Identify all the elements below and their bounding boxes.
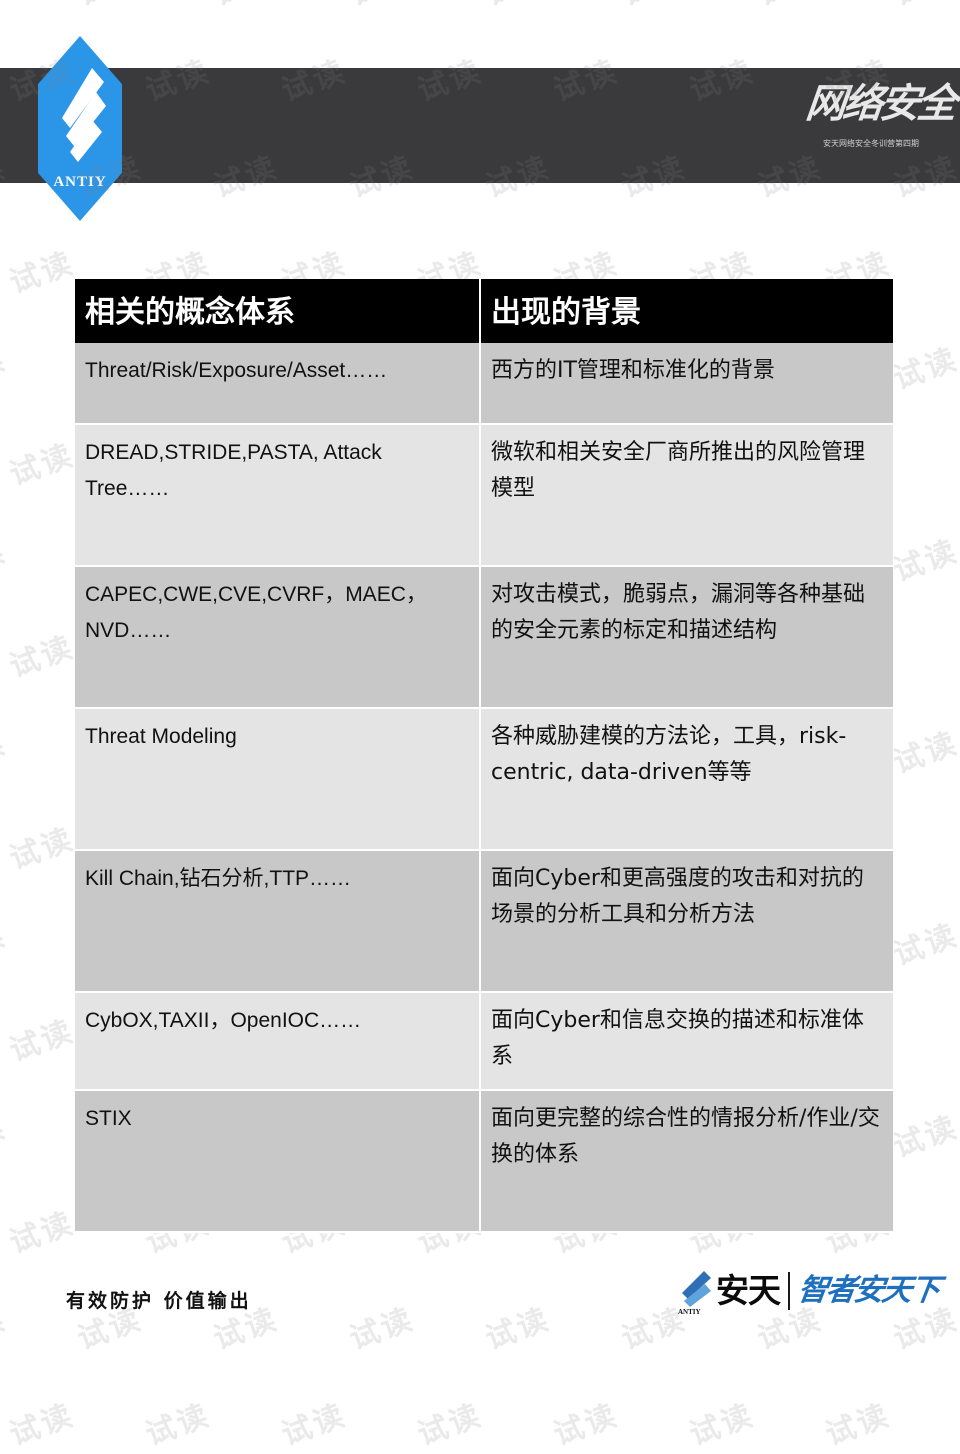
cell-background: 西方的IT管理和标准化的背景	[480, 343, 893, 425]
cell-background: 对攻击模式，脆弱点，漏洞等各种基础的安全元素的标定和描述结构	[480, 566, 893, 709]
watermark-text: 试读	[957, 437, 960, 494]
watermark-text: 试读	[0, 725, 12, 782]
cell-background: 面向Cyber和更高强度的攻击和对抗的场景的分析工具和分析方法	[480, 850, 893, 993]
watermark-text: 试读	[5, 629, 80, 686]
cell-background: 面向更完整的综合性的情报分析/作业/交换的体系	[480, 1090, 893, 1233]
watermark-text: 试读	[957, 629, 960, 686]
watermark-text: 试读	[5, 1205, 80, 1262]
badge-brand-text: ANTIY	[53, 174, 107, 190]
watermark-text: 试读	[614, 0, 691, 14]
calligraphy-title: 网络安全	[803, 81, 957, 126]
watermark-text: 试读	[957, 1013, 960, 1070]
cell-concept: Threat/Risk/Exposure/Asset……	[75, 343, 481, 425]
footer-logo-name: 安天	[716, 1271, 781, 1310]
watermark-text: 试读	[70, 0, 147, 14]
watermark-text: 试读	[0, 533, 12, 590]
watermark-text: 试读	[889, 917, 960, 974]
cell-concept: DREAD,STRIDE,PASTA, Attack Tree……	[75, 424, 481, 567]
antiy-feather-icon-small	[682, 1271, 711, 1307]
watermark-text: 试读	[886, 0, 960, 14]
column-header-background: 出现的背景	[480, 279, 893, 343]
watermark-text: 试读	[889, 1109, 960, 1166]
table-header-row: 相关的概念体系 出现的背景	[75, 279, 893, 343]
watermark-text: 试读	[957, 821, 960, 878]
watermark-text: 试读	[957, 245, 960, 302]
watermark-text: 试读	[0, 1109, 12, 1166]
watermark-text: 试读	[5, 1013, 80, 1070]
watermark-text: 试读	[342, 0, 419, 14]
watermark-text: 试读	[549, 1397, 624, 1454]
header-calligraphy-logo: 网络安全 安天网络安全冬训营第四期	[804, 72, 957, 177]
watermark-text: 试读	[685, 1397, 760, 1454]
calligraphy-subtitle: 安天网络安全冬训营第四期	[823, 139, 919, 148]
watermark-text: 试读	[0, 917, 12, 974]
watermark-text: 试读	[889, 533, 960, 590]
watermark-text: 试读	[957, 1397, 960, 1454]
cell-background: 各种威胁建模的方法论，工具，risk-centric, data-driven等…	[480, 708, 893, 851]
table-row: CAPEC,CWE,CVE,CVRF，MAEC，NVD…… 对攻击模式，脆弱点，漏…	[75, 566, 893, 709]
antiy-feather-icon	[62, 68, 106, 162]
footer-slogan: 有效防护 价值输出	[66, 1290, 252, 1312]
antiy-brand-badge: ANTIY	[38, 36, 122, 221]
table-body: Threat/Risk/Exposure/Asset…… 西方的IT管理和标准化的…	[75, 343, 893, 1233]
watermark-text: 试读	[5, 245, 80, 302]
footer-logo-small-text: ANTIY	[678, 1308, 701, 1316]
watermark-text: 试读	[141, 1397, 216, 1454]
watermark-text: 试读	[0, 341, 12, 398]
watermark-text: 试读	[206, 0, 283, 14]
cell-concept: STIX	[75, 1090, 481, 1233]
concept-system-table: 相关的概念体系 出现的背景 Threat/Risk/Exposure/Asset…	[75, 279, 893, 1233]
table-row: Threat Modeling 各种威胁建模的方法论，工具，risk-centri…	[75, 708, 893, 851]
watermark-text: 试读	[957, 1205, 960, 1262]
watermark-text: 试读	[481, 1301, 556, 1358]
watermark-text: 试读	[5, 437, 80, 494]
watermark-text: 试读	[5, 821, 80, 878]
cell-concept: CAPEC,CWE,CVE,CVRF，MAEC，NVD……	[75, 566, 481, 709]
column-header-concept: 相关的概念体系	[75, 279, 481, 343]
watermark-text: 试读	[345, 1301, 420, 1358]
table-row: Kill Chain,钻石分析,TTP…… 面向Cyber和更高强度的攻击和对抗的…	[75, 850, 893, 993]
table-row: STIX 面向更完整的综合性的情报分析/作业/交换的体系	[75, 1090, 893, 1233]
footer-logo-mark: ANTIY	[678, 1269, 712, 1316]
watermark-text: 试读	[750, 0, 827, 14]
cell-concept: Threat Modeling	[75, 708, 481, 851]
cell-concept: Kill Chain,钻石分析,TTP……	[75, 850, 481, 993]
watermark-text: 试读	[0, 1301, 12, 1358]
cell-background: 面向Cyber和信息交换的描述和标准体系	[480, 992, 893, 1091]
table-row: DREAD,STRIDE,PASTA, Attack Tree…… 微软和相关安全…	[75, 424, 893, 567]
footer-antiy-logo: ANTIY 安天 智者安天下	[678, 1262, 941, 1320]
watermark-text: 试读	[478, 0, 555, 14]
watermark-text: 试读	[0, 0, 12, 14]
footer-logo-divider	[788, 1272, 790, 1310]
footer-logo-tagline: 智者安天下	[795, 1274, 941, 1307]
watermark-text: 试读	[277, 1397, 352, 1454]
watermark-text: 试读	[413, 1397, 488, 1454]
watermark-text: 试读	[889, 341, 960, 398]
watermark-text: 试读	[5, 1397, 80, 1454]
cell-background: 微软和相关安全厂商所推出的风险管理模型	[480, 424, 893, 567]
cell-concept: CybOX,TAXII，OpenIOC……	[75, 992, 481, 1091]
watermark-text: 试读	[821, 1397, 896, 1454]
table-row: Threat/Risk/Exposure/Asset…… 西方的IT管理和标准化的…	[75, 343, 893, 425]
hexagon-badge-shape: ANTIY	[38, 36, 122, 221]
watermark-text: 试读	[889, 725, 960, 782]
table-row: CybOX,TAXII，OpenIOC…… 面向Cyber和信息交换的描述和标准体…	[75, 992, 893, 1091]
